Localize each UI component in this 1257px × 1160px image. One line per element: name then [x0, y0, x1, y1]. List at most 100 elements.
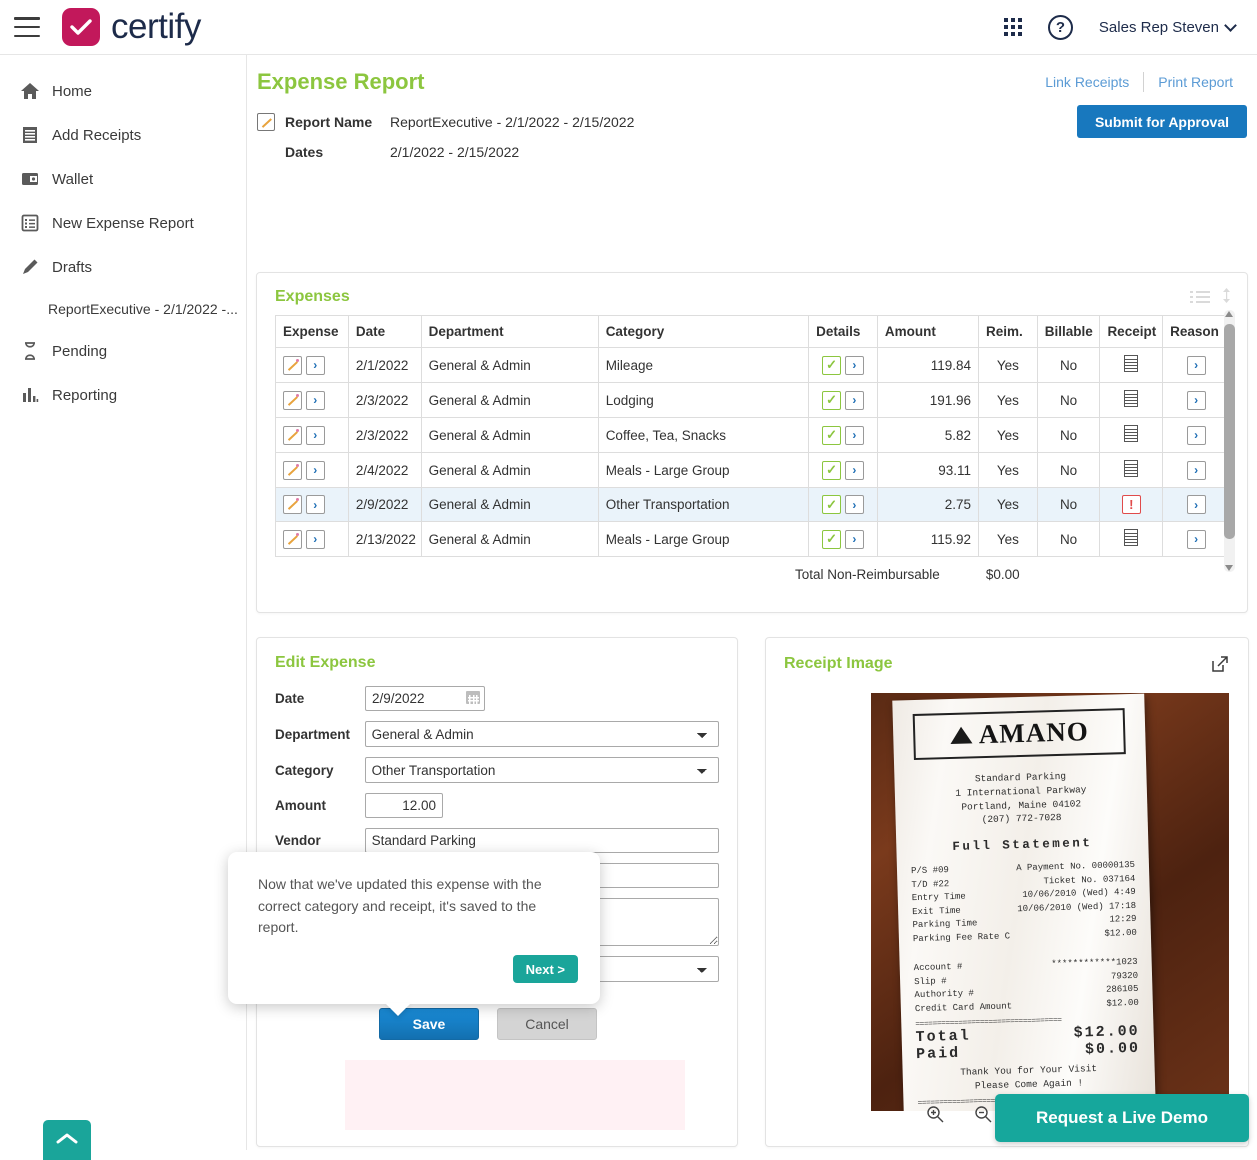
- vendor-label: Vendor: [275, 833, 321, 848]
- sidebar-item-wallet[interactable]: Wallet: [0, 157, 246, 201]
- department-select[interactable]: General & Admin: [364, 721, 719, 747]
- table-row[interactable]: › 2/1/2022 General & Admin Mileage ✓ › 119.84…: [275, 347, 1230, 383]
- edit-expense-icon[interactable]: [283, 425, 302, 445]
- cell-category: Lodging: [597, 382, 810, 418]
- details-check-icon[interactable]: ✓: [822, 425, 842, 445]
- reason-expand-icon[interactable]: ›: [1186, 425, 1206, 445]
- table-scrollbar[interactable]: [1224, 310, 1235, 572]
- details-expand-icon[interactable]: ›: [844, 425, 864, 445]
- link-receipts-link[interactable]: Link Receipts: [1031, 74, 1143, 90]
- details-expand-icon[interactable]: ›: [844, 355, 864, 375]
- col-reason: Reason: [1162, 315, 1230, 348]
- details-expand-icon[interactable]: ›: [844, 460, 864, 480]
- receipt-icon[interactable]: [1124, 390, 1139, 407]
- external-link-icon[interactable]: [1210, 654, 1230, 674]
- details-expand-icon[interactable]: ›: [844, 529, 864, 549]
- details-check-icon[interactable]: ✓: [822, 460, 842, 480]
- cell-category: Mileage: [597, 347, 810, 383]
- receipt-icon[interactable]: [1124, 355, 1139, 372]
- cell-reason: ›: [1162, 347, 1230, 383]
- reason-expand-icon[interactable]: ›: [1186, 529, 1206, 549]
- details-check-icon[interactable]: ✓: [822, 495, 842, 514]
- tooltip-arrow: [385, 1003, 411, 1016]
- cell-date: 2/3/2022: [347, 417, 422, 453]
- print-report-link[interactable]: Print Report: [1144, 74, 1247, 90]
- receipt-lines-2: Account # ************1023 Slip #79320 Auth…: [914, 956, 1139, 1016]
- details-expand-icon[interactable]: ›: [844, 390, 864, 410]
- receipt-photo[interactable]: AMANO Standard Parking 1 International P…: [871, 693, 1229, 1111]
- receipt-icon[interactable]: [1124, 529, 1139, 546]
- details-check-icon[interactable]: ✓: [822, 355, 842, 375]
- category-select[interactable]: Other Transportation: [364, 757, 719, 783]
- details-expand-icon[interactable]: ›: [844, 495, 864, 514]
- hamburger-icon[interactable]: [14, 17, 40, 37]
- tooltip-next-button[interactable]: Next >: [512, 955, 578, 984]
- request-live-demo-button[interactable]: Request a Live Demo: [995, 1094, 1249, 1142]
- cell-date: 2/13/2022: [347, 521, 422, 557]
- receipt-missing-warning-icon[interactable]: !: [1121, 495, 1141, 514]
- cell-billable: No: [1036, 382, 1101, 418]
- cell-reason: ›: [1162, 521, 1230, 557]
- scroll-down-icon[interactable]: [1225, 565, 1233, 571]
- reason-expand-icon[interactable]: ›: [1186, 390, 1206, 410]
- expand-expense-icon[interactable]: ›: [305, 529, 325, 549]
- sidebar-item-new-expense-report[interactable]: New Expense Report: [0, 201, 246, 245]
- receipt-thanks: Thank You for Your Visit Please Come Aga…: [916, 1060, 1141, 1095]
- table-row[interactable]: › 2/4/2022 General & Admin Meals - Large Gr…: [275, 452, 1230, 488]
- sidebar-item-reporting[interactable]: Reporting: [0, 373, 246, 417]
- cell-billable: No: [1036, 347, 1101, 383]
- cell-details: ✓ ›: [808, 382, 878, 418]
- brand-logo[interactable]: certify: [62, 7, 201, 47]
- expand-expense-icon[interactable]: ›: [305, 355, 325, 375]
- col-department: Department: [420, 315, 599, 348]
- zoom-out-icon[interactable]: [973, 1104, 993, 1124]
- reason-expand-icon[interactable]: ›: [1186, 460, 1206, 480]
- cell-reason: ›: [1162, 417, 1230, 453]
- list-view-icon[interactable]: [1190, 291, 1210, 303]
- edit-expense-icon[interactable]: [283, 495, 302, 514]
- reason-expand-icon[interactable]: ›: [1186, 495, 1206, 514]
- cell-reim: Yes: [978, 417, 1038, 453]
- edit-expense-icon[interactable]: [283, 355, 302, 375]
- table-row[interactable]: › 2/13/2022 General & Admin Meals - Large G…: [275, 521, 1230, 557]
- sidebar-item-drafts[interactable]: Drafts: [0, 245, 246, 289]
- expand-expense-icon[interactable]: ›: [305, 390, 325, 410]
- expand-expense-icon[interactable]: ›: [305, 495, 325, 514]
- sidebar-item-report-draft[interactable]: ReportExecutive - 2/1/2022 -...: [0, 289, 246, 329]
- col-receipt: Receipt: [1099, 315, 1164, 348]
- reason-expand-icon[interactable]: ›: [1186, 355, 1206, 375]
- table-row[interactable]: › 2/9/2022 General & Admin Other Transporta…: [275, 487, 1230, 522]
- calendar-icon[interactable]: [466, 691, 480, 704]
- details-check-icon[interactable]: ✓: [822, 390, 842, 410]
- user-menu[interactable]: Sales Rep Steven: [1099, 19, 1237, 36]
- col-category: Category: [597, 315, 810, 348]
- receipt-icon[interactable]: [1124, 425, 1139, 442]
- sidebar-item-add-receipts[interactable]: Add Receipts: [0, 113, 246, 157]
- edit-report-name-icon[interactable]: [257, 113, 275, 131]
- date-label: Date: [275, 691, 305, 706]
- sort-arrows-icon[interactable]: [1220, 287, 1233, 307]
- submit-for-approval-button[interactable]: Submit for Approval: [1076, 105, 1247, 138]
- cell-receipt: [1099, 521, 1164, 557]
- apps-grid-icon[interactable]: [1003, 18, 1022, 36]
- edit-expense-icon[interactable]: [283, 390, 302, 410]
- scroll-to-top-button[interactable]: [43, 1120, 91, 1160]
- sidebar-item-home[interactable]: Home: [0, 69, 246, 113]
- expand-expense-icon[interactable]: ›: [305, 460, 325, 480]
- edit-expense-icon[interactable]: [283, 460, 302, 480]
- vendor-input[interactable]: [364, 828, 719, 853]
- cell-department: General & Admin: [420, 417, 599, 453]
- scroll-up-icon[interactable]: [1225, 311, 1233, 317]
- sidebar-item-pending[interactable]: Pending: [0, 329, 246, 373]
- table-row[interactable]: › 2/3/2022 General & Admin Coffee, Tea, Sna…: [275, 417, 1230, 453]
- scrollbar-thumb[interactable]: [1224, 324, 1235, 539]
- zoom-in-icon[interactable]: [925, 1104, 945, 1124]
- expand-expense-icon[interactable]: ›: [305, 425, 325, 445]
- edit-expense-icon[interactable]: [283, 529, 302, 549]
- amount-input[interactable]: [365, 793, 443, 818]
- table-row[interactable]: › 2/3/2022 General & Admin Lodging ✓ › 191.96…: [275, 382, 1230, 418]
- help-circle-icon[interactable]: ?: [1047, 14, 1073, 40]
- receipt-icon[interactable]: [1124, 460, 1139, 477]
- details-check-icon[interactable]: ✓: [822, 529, 842, 549]
- cancel-button[interactable]: Cancel: [497, 1008, 597, 1040]
